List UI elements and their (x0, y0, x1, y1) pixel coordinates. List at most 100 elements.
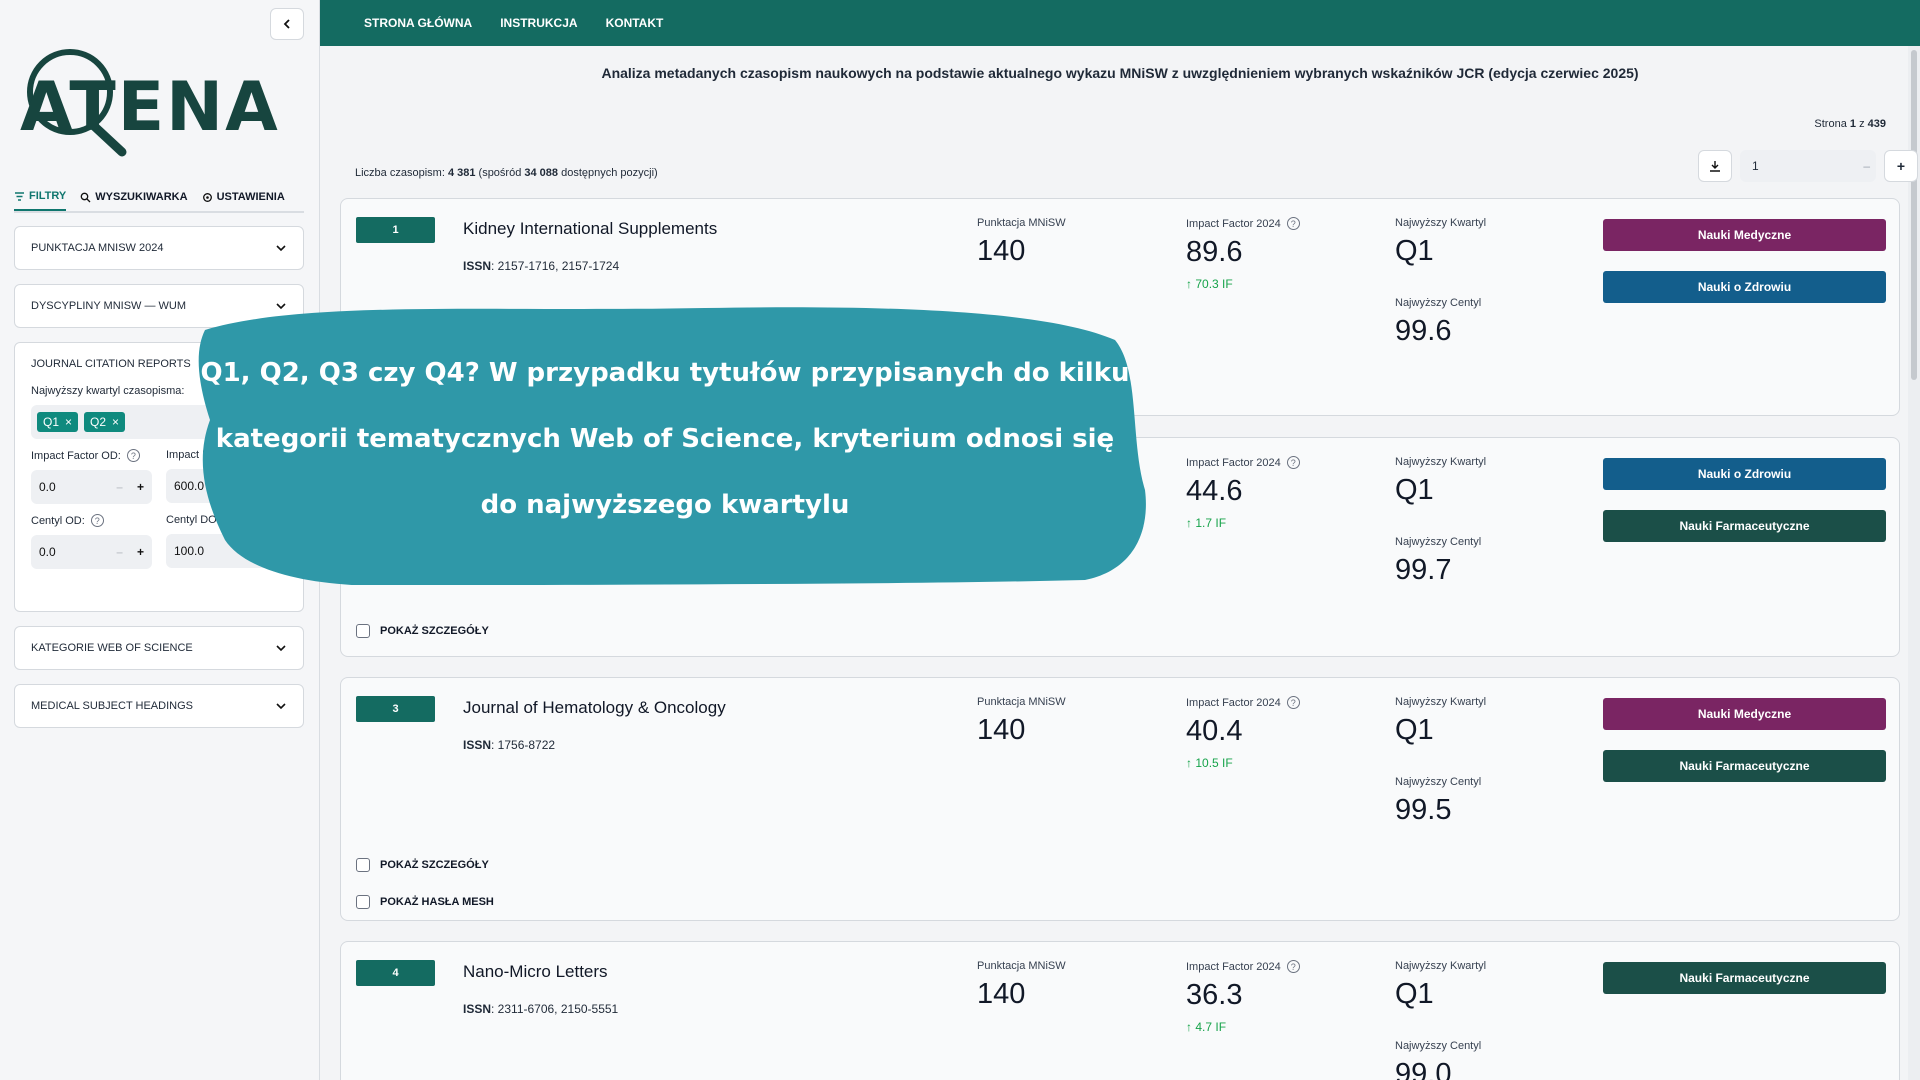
chevron-down-icon (276, 703, 286, 710)
page-plus-button[interactable]: + (1884, 150, 1918, 182)
scrollbar[interactable] (1908, 46, 1920, 1080)
tag-q1[interactable]: Q1 × (37, 412, 79, 432)
remove-tag-icon[interactable]: × (112, 415, 119, 429)
logo-text: ATENA (20, 68, 280, 147)
help-icon[interactable]: ? (126, 449, 140, 462)
metric-value: 99.0 (1395, 1058, 1452, 1080)
metric-label: Najwyższy Centyl (1395, 297, 1482, 309)
page-current: 1 (1849, 118, 1857, 130)
impact-delta: ↑ 70.3 IF (1186, 277, 1300, 291)
page-number-value: 1 (1752, 159, 1759, 173)
page-number-input[interactable]: 1– (1740, 150, 1876, 182)
overlay-line-2: kategorii tematycznych Web of Science, k… (215, 424, 1115, 454)
checkbox-box[interactable] (356, 895, 370, 909)
minus-button[interactable]: – (116, 480, 123, 494)
discipline-badge[interactable]: Nauki Farmaceutyczne (1603, 962, 1886, 994)
metric-label: Impact Factor 2024 (1186, 456, 1281, 469)
checkbox-pokaz-szczegoly[interactable]: POKAŻ SZCZEGÓŁY (356, 858, 489, 872)
chevron-down-icon (276, 645, 286, 652)
accordion-kategorie[interactable]: KATEGORIE WEB OF SCIENCE (14, 626, 304, 670)
metric-value: 140 (977, 235, 1026, 267)
checkbox-pokaz-hasla-mesh[interactable]: POKAŻ HASŁA MESH (356, 895, 494, 909)
minus-button[interactable]: – (116, 545, 123, 559)
help-icon[interactable]: ? (1286, 456, 1300, 469)
impact-delta: ↑ 4.7 IF (1186, 1020, 1300, 1034)
discipline-badge[interactable]: Nauki Farmaceutyczne (1603, 750, 1886, 782)
page-minus-button[interactable]: – (1863, 159, 1870, 173)
accordion-mesh[interactable]: MEDICAL SUBJECT HEADINGS (14, 684, 304, 728)
metric-impact-factor: Impact Factor 2024? 44.6 ↑ 1.7 IF (1186, 456, 1300, 530)
tab-filtry[interactable]: FILTRY (14, 183, 67, 211)
card-index: 1 (356, 217, 435, 243)
discipline-badge[interactable]: Nauki Medyczne (1603, 698, 1886, 730)
journal-count: Liczba czasopism: 4 381 (spośród 34 088 … (355, 167, 658, 179)
delta-value: 10.5 IF (1195, 756, 1233, 770)
help-icon[interactable]: ? (1286, 696, 1300, 709)
help-icon[interactable]: ? (90, 514, 104, 527)
metric-value: Q1 (1395, 235, 1434, 267)
filter-icon (15, 191, 24, 201)
card-index: 4 (356, 960, 435, 986)
input-value: 0.0 (39, 545, 56, 559)
checkbox-pokaz-szczegoly[interactable]: POKAŻ SZCZEGÓŁY (356, 624, 489, 638)
accordion-label: KATEGORIE WEB OF SCIENCE (31, 642, 193, 654)
nav-instrukcja[interactable]: INSTRUKCJA (500, 16, 577, 30)
discipline-badge[interactable]: Nauki Medyczne (1603, 219, 1886, 251)
arrow-up-icon: ↑ (1186, 277, 1192, 291)
discipline-badge[interactable]: Nauki o Zdrowiu (1603, 271, 1886, 303)
scrollbar-thumb[interactable] (1911, 50, 1917, 380)
page-total: 439 (1867, 118, 1886, 130)
journal-title[interactable]: Nano-Micro Letters (463, 962, 608, 982)
metric-punktacja: Punktacja MNiSW 140 (977, 217, 1066, 268)
overlay-line-3: do najwyższego kwartylu (480, 490, 850, 520)
journal-card: 3 Journal of Hematology & Oncology ISSN: 1… (340, 677, 1900, 921)
metric-kwartyl: Najwyższy Kwartyl Q1 (1395, 217, 1486, 268)
nav-strona-glowna[interactable]: STRONA GŁÓWNA (364, 16, 472, 30)
checkbox-box[interactable] (356, 624, 370, 638)
metric-label: Punktacja MNiSW (977, 696, 1066, 708)
metric-label: Najwyższy Centyl (1395, 776, 1482, 788)
journal-title[interactable]: Journal of Hematology & Oncology (463, 698, 726, 718)
metric-label: Najwyższy Kwartyl (1395, 217, 1487, 229)
journal-issn: ISSN: 2157-1716, 2157-1724 (463, 259, 619, 273)
discipline-badge[interactable]: Nauki Farmaceutyczne (1603, 510, 1886, 542)
if-od-input[interactable]: 0.0 – + (31, 470, 152, 504)
metric-value: 140 (977, 714, 1026, 746)
journal-title[interactable]: Kidney International Supplements (463, 219, 717, 239)
metric-value: Q1 (1395, 714, 1434, 746)
help-icon[interactable]: ? (1286, 217, 1300, 230)
search-icon (80, 192, 91, 202)
delta-value: 4.7 IF (1195, 1020, 1227, 1034)
discipline-badge[interactable]: Nauki o Zdrowiu (1603, 458, 1886, 490)
remove-tag-icon[interactable]: × (65, 415, 72, 429)
journal-issn: ISSN: 1756-8722 (463, 738, 555, 752)
tag-q2[interactable]: Q2 × (84, 412, 126, 432)
accordion-punktacja[interactable]: PUNKTACJA MNISW 2024 (14, 226, 304, 270)
centyl-od-input[interactable]: 0.0 – + (31, 535, 152, 569)
tab-ustawienia[interactable]: USTAWIENIA (202, 183, 285, 211)
plus-button[interactable]: + (137, 545, 144, 559)
plus-button[interactable]: + (137, 480, 144, 494)
delta-value: 1.7 IF (1195, 516, 1227, 530)
metric-centyl: Najwyższy Centyl 99.6 (1395, 297, 1481, 348)
count-suffix: dostępnych pozycji) (561, 167, 658, 179)
metric-value: 89.6 (1186, 236, 1243, 268)
metric-label: Impact Factor 2024 (1186, 960, 1281, 973)
if-od-label: Impact Factor OD: (31, 449, 121, 462)
page-subtitle: Analiza metadanych czasopism naukowych n… (601, 65, 1639, 81)
page-info-prefix: Strona (1814, 118, 1847, 130)
metric-label: Punktacja MNiSW (977, 217, 1066, 229)
metric-value: Q1 (1395, 474, 1434, 506)
page-info: Strona 1 z 439 (1814, 118, 1886, 130)
count-mid: (spośród (478, 167, 522, 179)
download-button[interactable] (1698, 150, 1732, 182)
metric-value: 99.6 (1395, 315, 1452, 347)
metric-centyl: Najwyższy Centyl 99.5 (1395, 776, 1481, 827)
collapse-sidebar-button[interactable] (270, 8, 304, 40)
count-prefix: Liczba czasopism: (355, 167, 445, 179)
checkbox-box[interactable] (356, 858, 370, 872)
metric-label: Najwyższy Centyl (1395, 536, 1482, 548)
help-icon[interactable]: ? (1286, 960, 1300, 973)
nav-kontakt[interactable]: KONTAKT (606, 16, 664, 30)
tab-wyszukiwarka[interactable]: WYSZUKIWARKA (80, 183, 188, 211)
